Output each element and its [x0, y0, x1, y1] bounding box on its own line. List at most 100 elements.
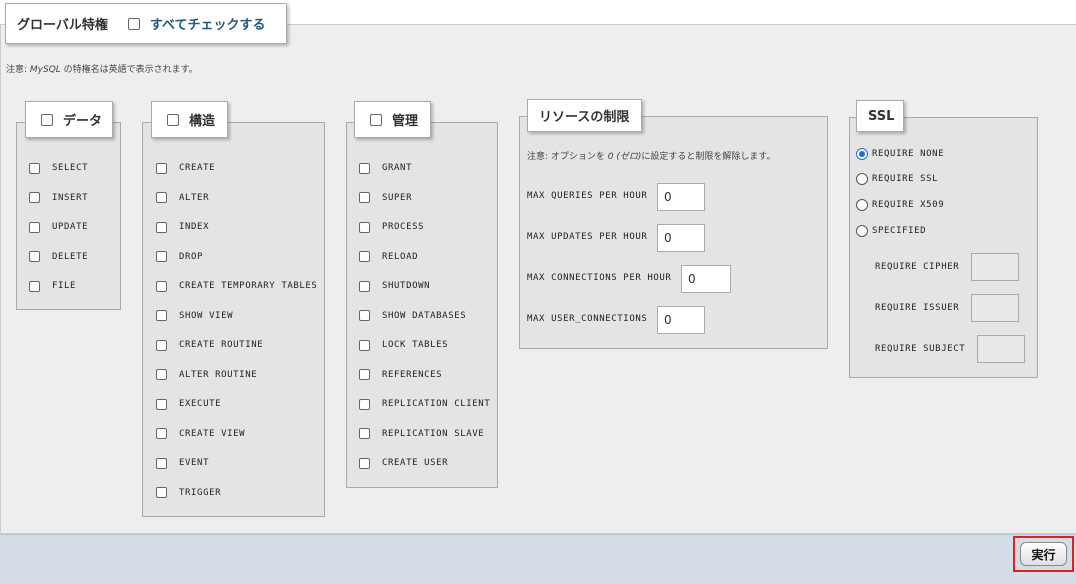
- privilege-checkbox[interactable]: [359, 251, 370, 262]
- ssl-radio[interactable]: [856, 225, 868, 237]
- privilege-checkbox[interactable]: [359, 398, 370, 410]
- privilege-row[interactable]: SELECT: [29, 161, 88, 175]
- privilege-label: EVENT: [179, 458, 210, 468]
- privilege-checkbox[interactable]: [156, 221, 167, 233]
- privilege-row[interactable]: CREATE ROUTINE: [156, 338, 263, 352]
- privilege-label: TRIGGER: [179, 487, 222, 498]
- privilege-checkbox[interactable]: [359, 369, 370, 380]
- privilege-checkbox[interactable]: [156, 251, 167, 262]
- max-updates-input[interactable]: 0: [657, 224, 705, 252]
- privilege-checkbox[interactable]: [156, 162, 167, 174]
- privilege-row[interactable]: DROP: [156, 250, 203, 264]
- require-cipher-input[interactable]: [971, 253, 1019, 281]
- require-subject-label: REQUIRE SUBJECT: [875, 344, 966, 354]
- privilege-checkbox[interactable]: [156, 487, 167, 498]
- privilege-row[interactable]: UPDATE: [29, 220, 88, 234]
- privilege-label: SHOW VIEW: [179, 310, 234, 321]
- privilege-label: SELECT: [52, 163, 89, 173]
- go-button[interactable]: 実行: [1020, 542, 1067, 566]
- go-button-highlight: 実行: [1013, 536, 1074, 572]
- privilege-row[interactable]: INSERT: [29, 191, 88, 205]
- privilege-checkbox[interactable]: [359, 339, 370, 351]
- privilege-label: CREATE VIEW: [179, 428, 246, 439]
- privilege-checkbox[interactable]: [156, 398, 167, 410]
- ssl-option-require-x509[interactable]: REQUIRE X509: [856, 198, 944, 212]
- data-group-checkbox[interactable]: [41, 113, 53, 126]
- privilege-row[interactable]: GRANT: [359, 161, 412, 175]
- privilege-checkbox[interactable]: [359, 280, 370, 292]
- privilege-label: SHOW DATABASES: [382, 310, 467, 321]
- structure-group-checkbox[interactable]: [167, 113, 179, 126]
- max-queries-input[interactable]: 0: [657, 183, 705, 211]
- ssl-title: SSL: [868, 108, 895, 124]
- privilege-checkbox[interactable]: [359, 428, 370, 439]
- privilege-checkbox[interactable]: [359, 192, 370, 203]
- privilege-row[interactable]: TRIGGER: [156, 486, 221, 500]
- ssl-radio[interactable]: [856, 199, 868, 211]
- privilege-checkbox[interactable]: [359, 310, 370, 321]
- privilege-row[interactable]: DELETE: [29, 250, 88, 264]
- privilege-row[interactable]: ALTER ROUTINE: [156, 368, 257, 382]
- privilege-checkbox[interactable]: [156, 310, 167, 321]
- privilege-row[interactable]: FILE: [29, 279, 76, 293]
- privilege-label: REPLICATION CLIENT: [382, 399, 491, 409]
- privilege-row[interactable]: SUPER: [359, 191, 412, 205]
- privilege-checkbox[interactable]: [156, 369, 167, 380]
- privilege-row[interactable]: SHOW VIEW: [156, 309, 233, 323]
- privilege-row[interactable]: SHOW DATABASES: [359, 309, 466, 323]
- privilege-checkbox[interactable]: [29, 251, 40, 262]
- max-connections-input[interactable]: 0: [681, 265, 731, 293]
- privilege-row[interactable]: ALTER: [156, 191, 209, 205]
- privilege-row[interactable]: CREATE TEMPORARY TABLES: [156, 279, 317, 293]
- privilege-label: PROCESS: [382, 222, 425, 232]
- privilege-label: DROP: [179, 251, 204, 262]
- privilege-checkbox[interactable]: [156, 428, 167, 439]
- check-all-checkbox[interactable]: [127, 17, 140, 30]
- ssl-radio[interactable]: [856, 148, 868, 160]
- max-user-connections-input[interactable]: 0: [657, 306, 705, 334]
- privilege-note: 注意: MySQL の特権名は英語で表示されます。: [6, 65, 198, 75]
- privilege-checkbox[interactable]: [29, 162, 40, 174]
- privilege-checkbox[interactable]: [359, 457, 370, 469]
- require-issuer-input[interactable]: [971, 294, 1019, 322]
- structure-legend: 構造: [151, 101, 228, 138]
- privilege-checkbox[interactable]: [359, 221, 370, 233]
- privilege-row[interactable]: EVENT: [156, 456, 209, 470]
- privilege-label: INDEX: [179, 222, 210, 232]
- privilege-row[interactable]: REFERENCES: [359, 368, 442, 382]
- privilege-checkbox[interactable]: [29, 192, 40, 203]
- privilege-row[interactable]: CREATE VIEW: [156, 427, 245, 441]
- check-all-label[interactable]: すべてチェックする: [150, 14, 266, 33]
- privilege-label: GRANT: [382, 163, 413, 173]
- privilege-row[interactable]: RELOAD: [359, 250, 418, 264]
- footer-bar: [0, 534, 1076, 584]
- privilege-checkbox[interactable]: [156, 192, 167, 203]
- privilege-row[interactable]: INDEX: [156, 220, 209, 234]
- privilege-row[interactable]: EXECUTE: [156, 397, 221, 411]
- data-group-title: データ: [63, 114, 103, 129]
- privilege-checkbox[interactable]: [156, 280, 167, 292]
- privilege-checkbox[interactable]: [156, 339, 167, 351]
- privilege-label: FILE: [52, 281, 77, 291]
- privilege-checkbox[interactable]: [29, 280, 40, 292]
- privilege-row[interactable]: LOCK TABLES: [359, 338, 448, 352]
- privilege-checkbox[interactable]: [29, 221, 40, 233]
- ssl-option-specified[interactable]: SPECIFIED: [856, 224, 926, 238]
- privilege-row[interactable]: CREATE: [156, 161, 215, 175]
- global-privileges-title: グローバル特権: [17, 18, 108, 33]
- privilege-row[interactable]: REPLICATION SLAVE: [359, 427, 484, 441]
- require-subject-input[interactable]: [977, 335, 1025, 363]
- privilege-label: CREATE ROUTINE: [179, 340, 264, 350]
- privilege-row[interactable]: REPLICATION CLIENT: [359, 397, 490, 411]
- privilege-checkbox[interactable]: [359, 162, 370, 174]
- privilege-row[interactable]: SHUTDOWN: [359, 279, 430, 293]
- ssl-option-require-ssl[interactable]: REQUIRE SSL: [856, 172, 938, 186]
- privilege-label: RELOAD: [382, 251, 419, 262]
- resource-limits-legend: リソースの制限: [527, 99, 642, 132]
- ssl-radio[interactable]: [856, 173, 868, 185]
- admin-group-checkbox[interactable]: [370, 113, 382, 126]
- ssl-option-require-none[interactable]: REQUIRE NONE: [856, 147, 944, 161]
- privilege-row[interactable]: PROCESS: [359, 220, 424, 234]
- privilege-row[interactable]: CREATE USER: [359, 456, 448, 470]
- privilege-checkbox[interactable]: [156, 457, 167, 469]
